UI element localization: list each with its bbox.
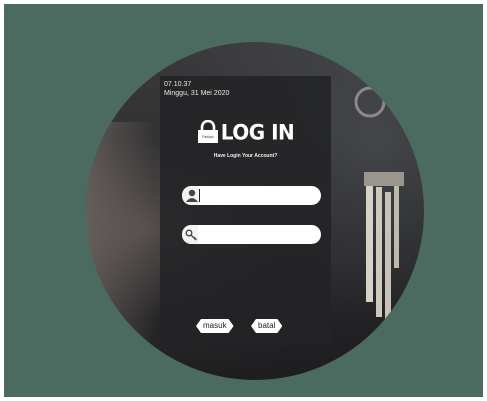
background-photo: 07.10.37 Minggu, 31 Mei 2020 Padlock LOG… xyxy=(86,42,424,380)
cancel-button[interactable]: batal xyxy=(251,319,282,333)
password-input[interactable] xyxy=(198,225,321,244)
date-label: Minggu, 31 Mei 2020 xyxy=(164,90,230,97)
keys-decoration-icon xyxy=(354,86,404,342)
time-label: 07.10.37 xyxy=(164,81,192,88)
lock-icon: Padlock xyxy=(197,120,218,143)
login-button[interactable]: masuk xyxy=(196,319,234,333)
lock-label: Padlock xyxy=(202,135,214,139)
datetime-display: 07.10.37 Minggu, 31 Mei 2020 xyxy=(164,80,229,98)
login-subtitle: Have Login Your Account? xyxy=(213,153,278,159)
login-panel: 07.10.37 Minggu, 31 Mei 2020 Padlock LOG… xyxy=(160,76,331,345)
app-background: 07.10.37 Minggu, 31 Mei 2020 Padlock LOG… xyxy=(4,4,483,397)
password-field xyxy=(182,225,321,244)
background-blur xyxy=(86,122,156,342)
username-field xyxy=(182,186,321,205)
text-caret xyxy=(199,189,200,202)
login-title: LOG IN xyxy=(220,119,295,145)
login-logo: Padlock LOG IN xyxy=(160,119,331,145)
username-input[interactable] xyxy=(198,186,321,205)
